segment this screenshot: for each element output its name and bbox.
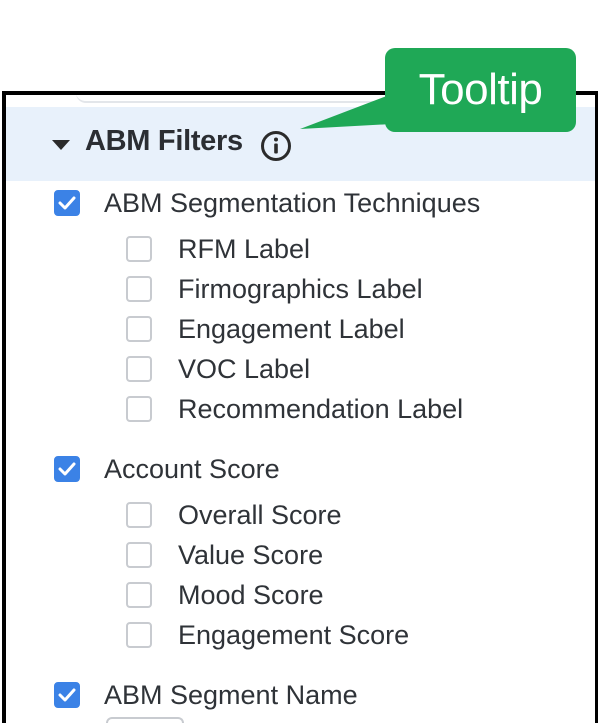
option-rfm-label[interactable]: RFM Label: [126, 231, 310, 267]
filter-panel-screenshot: ABM Filters ABM Segmentation Techniques …: [0, 0, 598, 724]
checkbox[interactable]: [126, 236, 152, 262]
check-icon: [58, 462, 76, 476]
group-label: ABM Segment Name: [104, 679, 358, 710]
checkbox[interactable]: [126, 356, 152, 382]
checkbox[interactable]: [126, 502, 152, 528]
info-icon[interactable]: [260, 130, 292, 162]
section-title: ABM Filters: [85, 125, 243, 157]
checkbox[interactable]: [126, 542, 152, 568]
caret-down-icon[interactable]: [52, 140, 70, 150]
checkbox-checked[interactable]: [54, 682, 80, 708]
option-label: Firmographics Label: [178, 273, 423, 304]
option-engagement-score[interactable]: Engagement Score: [126, 617, 409, 653]
group-label: ABM Segmentation Techniques: [104, 187, 481, 218]
option-label: Recommendation Label: [178, 393, 464, 424]
option-voc-label[interactable]: VOC Label: [126, 351, 310, 387]
option-recommendation-label[interactable]: Recommendation Label: [126, 391, 463, 427]
checkbox[interactable]: [126, 582, 152, 608]
option-label: RFM Label: [178, 233, 311, 264]
check-icon: [58, 196, 76, 210]
checkbox[interactable]: [126, 316, 152, 342]
option-firmographics-label[interactable]: Firmographics Label: [126, 271, 423, 307]
option-label: Value Score: [178, 539, 324, 570]
group-label: Account Score: [104, 453, 280, 484]
checkbox[interactable]: [126, 396, 152, 422]
option-label: Overall Score: [178, 499, 342, 530]
checkbox[interactable]: [126, 622, 152, 648]
group-row-abm-segment-name[interactable]: ABM Segment Name: [54, 677, 358, 713]
check-icon: [58, 688, 76, 702]
clipped-input-field[interactable]: [106, 717, 184, 723]
option-value-score[interactable]: Value Score: [126, 537, 323, 573]
checkbox-checked[interactable]: [54, 190, 80, 216]
group-row-account-score[interactable]: Account Score: [54, 451, 280, 487]
option-label: Engagement Score: [178, 619, 410, 650]
option-overall-score[interactable]: Overall Score: [126, 497, 342, 533]
option-engagement-label[interactable]: Engagement Label: [126, 311, 405, 347]
group-row-abm-segmentation-techniques[interactable]: ABM Segmentation Techniques: [54, 185, 480, 221]
tooltip: Tooltip: [385, 48, 576, 132]
checkbox[interactable]: [126, 276, 152, 302]
checkbox-checked[interactable]: [54, 456, 80, 482]
option-mood-score[interactable]: Mood Score: [126, 577, 324, 613]
option-label: Engagement Label: [178, 313, 405, 344]
abm-filter-panel: ABM Filters ABM Segmentation Techniques …: [2, 91, 598, 723]
option-label: VOC Label: [178, 353, 311, 384]
tooltip-text: Tooltip: [418, 65, 543, 114]
option-label: Mood Score: [178, 579, 324, 610]
